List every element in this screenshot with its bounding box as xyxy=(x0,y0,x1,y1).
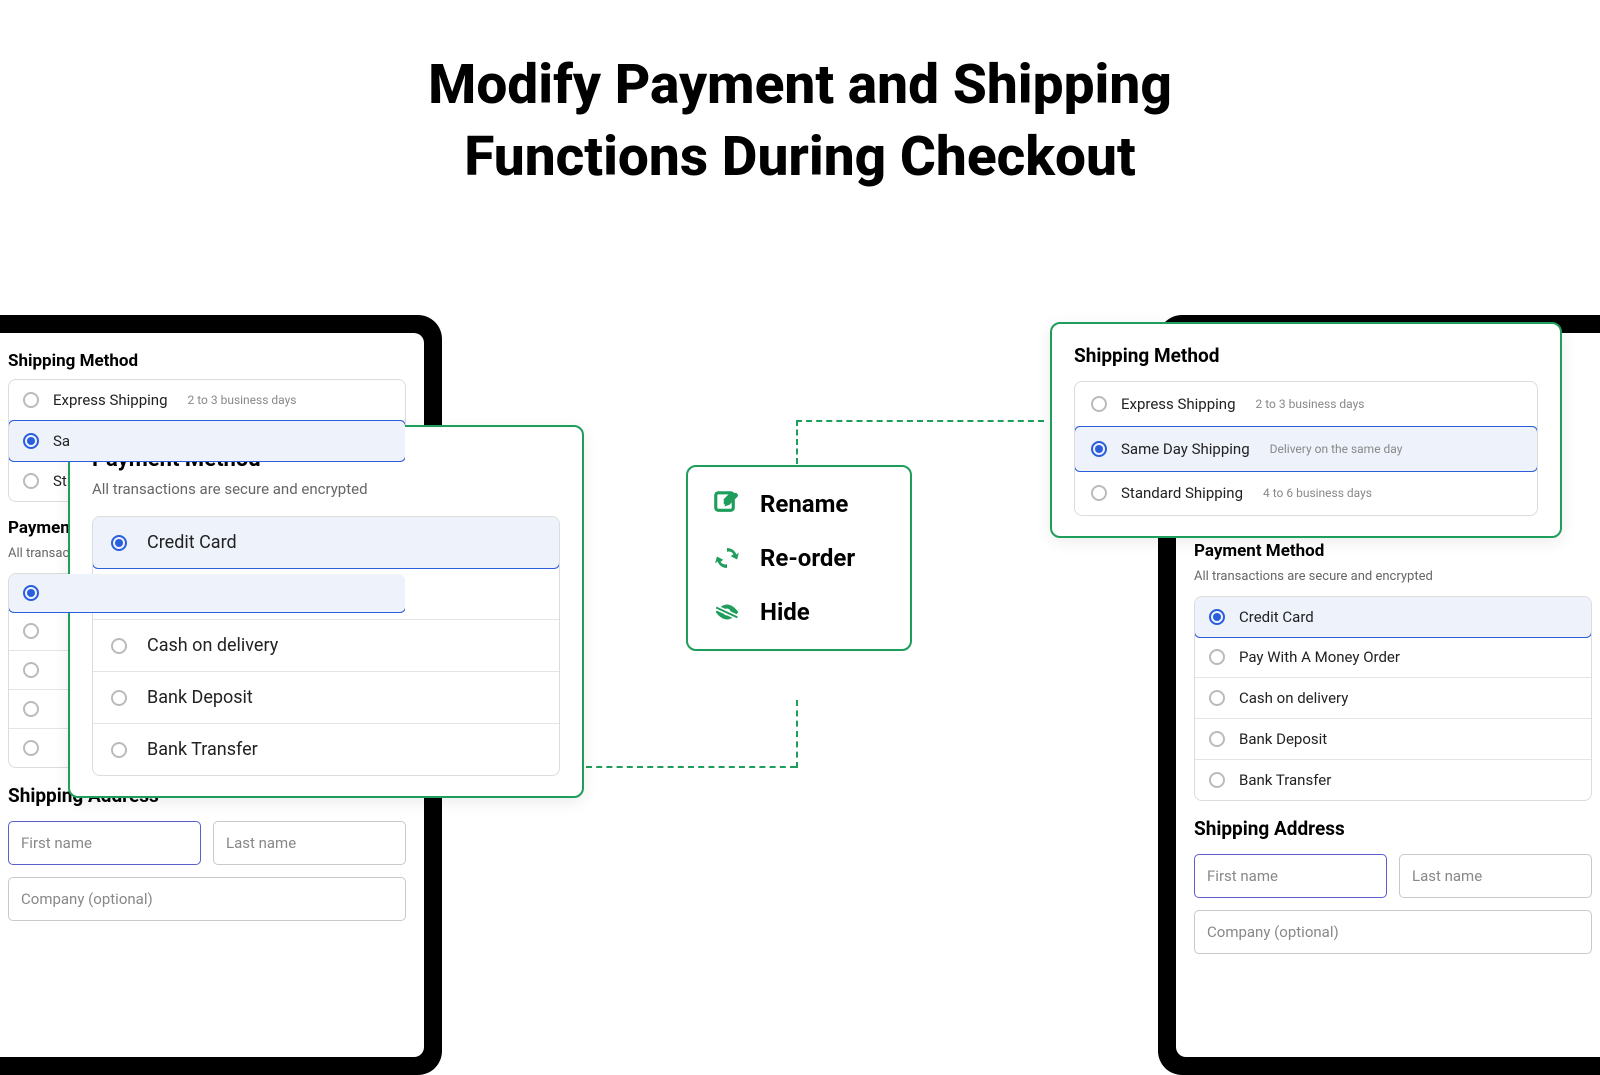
action-rename[interactable]: Rename xyxy=(712,489,886,519)
radio-icon xyxy=(1091,485,1107,501)
last-name-field[interactable]: Last name xyxy=(213,821,406,865)
radio-icon xyxy=(23,623,39,639)
shipping-option-partial-1[interactable]: Sa xyxy=(8,420,406,462)
payment-option-cut[interactable] xyxy=(8,573,406,613)
shipping-address-title: Shipping Address xyxy=(1194,817,1592,840)
dashed-connector xyxy=(796,420,798,464)
radio-icon xyxy=(111,690,127,706)
actions-card: Rename Re-order Hide xyxy=(686,465,912,651)
shipping-method-popup: Shipping Method Express Shipping 2 to 3 … xyxy=(1050,322,1562,538)
edit-icon xyxy=(712,489,742,519)
radio-icon xyxy=(1209,690,1225,706)
payment-option-cod[interactable]: Cash on delivery xyxy=(93,620,559,672)
payment-method-subtitle: All transactions are secure and encrypte… xyxy=(1194,569,1592,584)
radio-icon xyxy=(1209,772,1225,788)
dashed-connector xyxy=(586,766,796,768)
shipping-option-same-day[interactable]: Same Day Shipping Delivery on the same d… xyxy=(1074,426,1538,472)
radio-icon xyxy=(23,433,39,449)
radio-icon xyxy=(23,701,39,717)
action-reorder[interactable]: Re-order xyxy=(712,543,886,573)
dashed-connector xyxy=(796,420,1044,422)
payment-method-title: Payment Method xyxy=(1194,541,1592,561)
popup-subtitle: All transactions are secure and encrypte… xyxy=(92,480,560,498)
radio-icon xyxy=(111,535,127,551)
radio-icon xyxy=(1209,731,1225,747)
payment-option-bank-transfer[interactable]: Bank Transfer xyxy=(1195,760,1591,800)
radio-icon xyxy=(1091,396,1107,412)
radio-icon xyxy=(23,392,39,408)
company-field[interactable]: Company (optional) xyxy=(1194,910,1592,954)
radio-icon xyxy=(23,662,39,678)
radio-icon xyxy=(1091,441,1107,457)
action-hide[interactable]: Hide xyxy=(712,597,886,627)
shipping-method-title: Shipping Method xyxy=(8,351,406,371)
radio-icon xyxy=(23,740,39,756)
payment-option-money-order[interactable]: Pay With A Money Order xyxy=(1195,637,1591,678)
first-name-field[interactable]: First name xyxy=(8,821,201,865)
payment-option-bank-transfer[interactable]: Bank Transfer xyxy=(93,724,559,775)
first-name-field[interactable]: First name xyxy=(1194,854,1387,898)
popup-title: Shipping Method xyxy=(1074,344,1538,367)
company-field[interactable]: Company (optional) xyxy=(8,877,406,921)
radio-icon xyxy=(111,638,127,654)
radio-icon xyxy=(1209,649,1225,665)
radio-icon xyxy=(23,585,39,601)
eye-off-icon xyxy=(712,597,742,627)
payment-option-credit-card[interactable]: Credit Card xyxy=(1194,596,1592,638)
radio-icon xyxy=(23,473,39,489)
dashed-connector xyxy=(796,700,798,768)
payment-option-bank-deposit[interactable]: Bank Deposit xyxy=(93,672,559,724)
shipping-option-standard[interactable]: Standard Shipping 4 to 6 business days xyxy=(1075,471,1537,515)
payment-option-bank-deposit[interactable]: Bank Deposit xyxy=(1195,719,1591,760)
refresh-icon xyxy=(712,543,742,573)
payment-option-credit-card[interactable]: Credit Card xyxy=(92,516,560,569)
last-name-field[interactable]: Last name xyxy=(1399,854,1592,898)
page-headline: Modify Payment and Shipping Functions Du… xyxy=(0,50,1600,193)
shipping-option-express[interactable]: Express Shipping 2 to 3 business days xyxy=(9,380,405,421)
payment-option-cod[interactable]: Cash on delivery xyxy=(1195,678,1591,719)
radio-icon xyxy=(111,742,127,758)
shipping-option-express[interactable]: Express Shipping 2 to 3 business days xyxy=(1075,382,1537,427)
radio-icon xyxy=(1209,609,1225,625)
